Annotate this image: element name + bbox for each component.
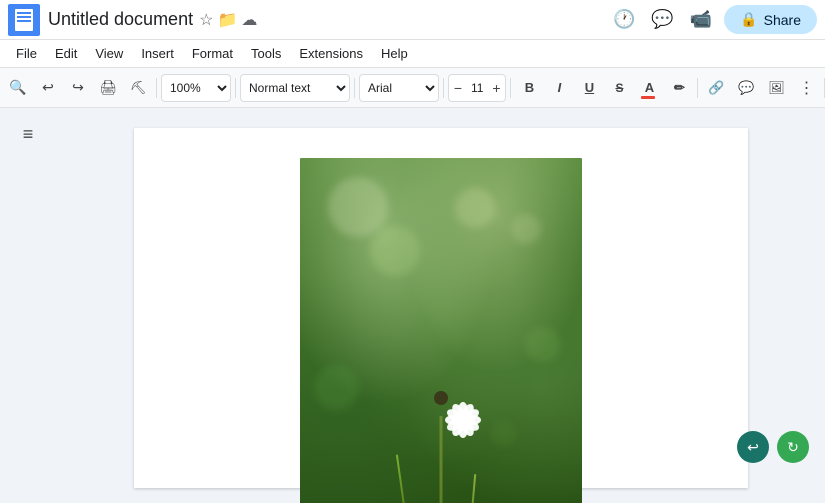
toolbar-divider-3: [354, 78, 355, 98]
link-button[interactable]: 🔗: [702, 74, 730, 102]
meet-icon[interactable]: 📹: [686, 5, 716, 34]
docs-logo: [8, 4, 40, 36]
font-size-decrease[interactable]: −: [449, 74, 467, 102]
menu-help[interactable]: Help: [373, 44, 416, 63]
toolbar-divider-2: [235, 78, 236, 98]
menu-view[interactable]: View: [87, 44, 131, 63]
print-button[interactable]: 🖨: [94, 74, 122, 102]
comment-button[interactable]: 💬: [732, 74, 760, 102]
toolbar-divider-4: [443, 78, 444, 98]
menu-tools[interactable]: Tools: [243, 44, 289, 63]
paint-format-button[interactable]: ⛏: [124, 74, 152, 102]
header-right: 🕐 💬 📹 🔒 Share: [609, 5, 817, 34]
flower-image[interactable]: [300, 158, 582, 503]
highlight-button[interactable]: ✏: [665, 74, 693, 102]
star-icon[interactable]: ☆: [199, 10, 213, 30]
sidebar: ≡: [0, 108, 56, 503]
daisy-head: [419, 376, 463, 420]
docs-logo-inner: [15, 9, 33, 31]
toolbar: 🔍 ↩ ↪ 🖨 ⛏ 100% Normal text Arial − 11 + …: [0, 68, 825, 108]
menu-insert[interactable]: Insert: [133, 44, 182, 63]
undo-button[interactable]: ↩: [34, 74, 62, 102]
title-bar: Untitled document ☆ 📁 ☁ 🕐 💬 📹 🔒 Share: [0, 0, 825, 40]
zoom-select[interactable]: 100%: [161, 74, 231, 102]
daisy-stem: [439, 416, 442, 503]
document-area[interactable]: [56, 108, 825, 503]
daisy-center: [434, 391, 448, 405]
main-area: ≡: [0, 108, 825, 503]
toolbar-divider-5: [510, 78, 511, 98]
font-select[interactable]: Arial: [359, 74, 439, 102]
search-button[interactable]: 🔍: [4, 74, 32, 102]
font-size-value[interactable]: 11: [467, 81, 487, 95]
image-button[interactable]: 🖼: [762, 74, 790, 102]
strikethrough-button[interactable]: S: [605, 74, 633, 102]
more-button[interactable]: ⋮: [792, 74, 820, 102]
history-icon[interactable]: 🕐: [609, 5, 639, 34]
outline-icon: ≡: [23, 124, 34, 145]
fab-teal-icon: ↩: [747, 439, 759, 456]
bold-button[interactable]: B: [515, 74, 543, 102]
redo-button[interactable]: ↪: [64, 74, 92, 102]
grass-blade-1: [396, 455, 409, 503]
fab-green-icon: ↻: [787, 439, 799, 456]
toolbar-divider-1: [156, 78, 157, 98]
italic-button[interactable]: I: [545, 74, 573, 102]
folder-icon[interactable]: 📁: [217, 10, 237, 30]
cloud-saved-icon[interactable]: ☁: [241, 10, 257, 30]
style-select[interactable]: Normal text: [240, 74, 350, 102]
text-color-button[interactable]: A: [635, 74, 663, 102]
fab-container: ↩ ↻: [737, 431, 809, 463]
image-background: [300, 158, 582, 503]
menu-file[interactable]: File: [8, 44, 45, 63]
daisy-flower: [419, 376, 463, 420]
menu-format[interactable]: Format: [184, 44, 241, 63]
toolbar-divider-6: [697, 78, 698, 98]
share-label: Share: [764, 12, 801, 28]
document-page: [134, 128, 748, 488]
share-button[interactable]: 🔒 Share: [724, 5, 817, 34]
fab-teal-button[interactable]: ↩: [737, 431, 769, 463]
lock-icon: 🔒: [740, 11, 757, 28]
menu-extensions[interactable]: Extensions: [291, 44, 371, 63]
title-icons: ☆ 📁 ☁: [199, 10, 257, 30]
image-container[interactable]: [194, 158, 688, 503]
underline-button[interactable]: U: [575, 74, 603, 102]
grass-blade-2: [469, 474, 476, 503]
comments-icon[interactable]: 💬: [647, 5, 677, 34]
fab-green-button[interactable]: ↻: [777, 431, 809, 463]
menu-bar: File Edit View Insert Format Tools Exten…: [0, 40, 825, 68]
outline-button[interactable]: ≡: [10, 116, 46, 152]
document-title[interactable]: Untitled document: [48, 9, 193, 30]
font-size-increase[interactable]: +: [487, 74, 505, 102]
menu-edit[interactable]: Edit: [47, 44, 85, 63]
font-size-control: − 11 +: [448, 74, 506, 102]
